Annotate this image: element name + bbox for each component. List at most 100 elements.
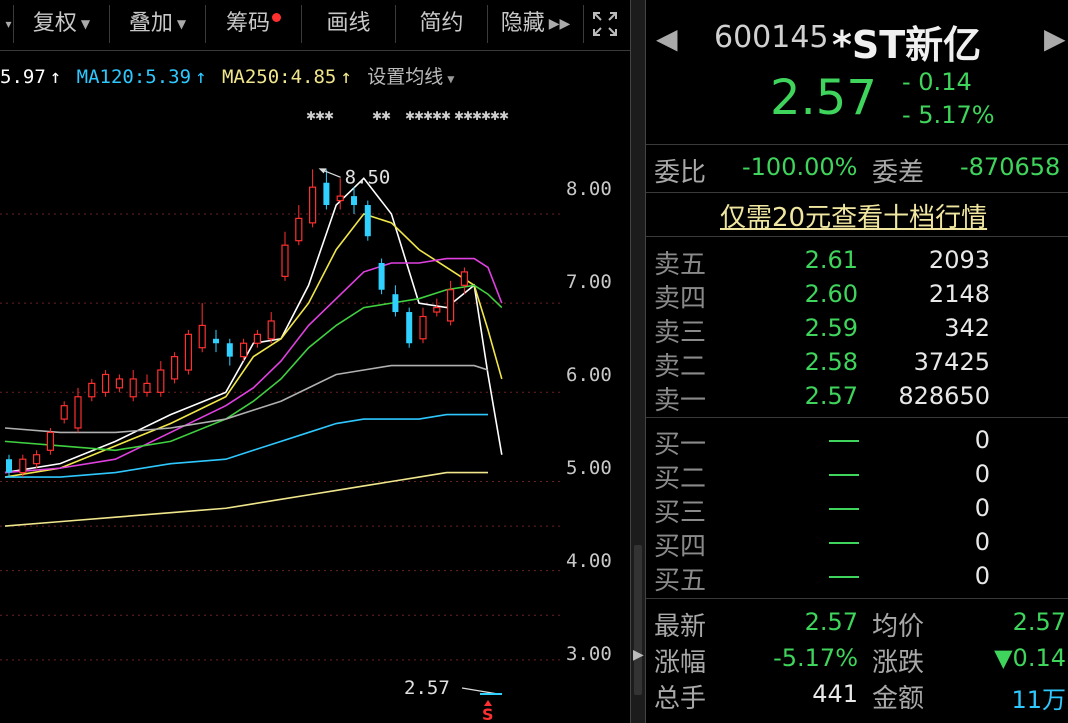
splitter-thumb[interactable]: [634, 545, 642, 695]
event-star-icon: ✱: [441, 109, 451, 123]
y-tick-label: 6.00: [566, 364, 612, 386]
ma-line-ma10: [4, 213, 503, 478]
event-star-icon: ✱: [381, 109, 391, 123]
bid-volume: 0: [974, 460, 990, 488]
divider: [646, 192, 1068, 193]
chevron-down-icon[interactable]: ▼: [447, 72, 454, 86]
stock-name: *ST新亿: [832, 23, 982, 67]
candle-body: [351, 196, 357, 206]
candle-body: [433, 306, 441, 313]
latest-label: 最新: [654, 612, 707, 642]
empty-price-dash: [829, 576, 859, 578]
up-arrow-icon: ↑: [195, 66, 207, 88]
last-price: 2.57: [770, 70, 877, 126]
candle-body: [295, 217, 303, 242]
next-stock-icon[interactable]: ▶: [1044, 22, 1066, 55]
ask-volume: 342: [944, 314, 990, 342]
bid-row[interactable]: 买四 0: [646, 526, 1068, 562]
candle-body: [143, 382, 151, 393]
range-label: 涨幅: [654, 648, 707, 678]
stock-code: 600145: [714, 20, 829, 55]
candle-body: [392, 294, 399, 313]
candle-body: [60, 405, 68, 420]
candle-body: [406, 312, 413, 344]
adjust-rights-label: 复权: [32, 11, 77, 36]
y-tick-label: 7.00: [566, 271, 612, 293]
quote-panel: ◀ 600145 *ST新亿 ▶ 2.57 - 0.14 - 5.17% 委比 …: [646, 0, 1068, 723]
simple-mode-button[interactable]: 简约: [396, 5, 488, 43]
high-price-label: 8.50: [345, 166, 391, 188]
fullscreen-button[interactable]: [584, 5, 626, 43]
prev-stock-icon[interactable]: ◀: [656, 22, 678, 55]
candle-body: [281, 244, 289, 277]
overlay-button[interactable]: 叠加 ▼: [110, 5, 206, 43]
range-value: -5.17%: [773, 644, 858, 672]
ask-row[interactable]: 卖二 2.58 37425: [646, 346, 1068, 382]
candle-body: [378, 262, 385, 290]
ask-row[interactable]: 卖一 2.57 828650: [646, 380, 1068, 416]
candle-body: [184, 333, 192, 371]
ask-row[interactable]: 卖五 2.61 2093: [646, 244, 1068, 280]
ask-price: 2.57: [804, 382, 858, 410]
candle-body: [213, 338, 219, 344]
event-star-icon: ✱: [324, 109, 334, 123]
ask-price: 2.59: [804, 314, 858, 342]
draw-line-button[interactable]: 画线: [302, 5, 396, 43]
notification-dot-icon: [272, 13, 281, 22]
avg-value: 2.57: [1012, 608, 1066, 636]
sell-marker-arrow-icon: [484, 700, 492, 706]
ma120-label: MA120:5.39: [76, 66, 192, 88]
ask-volume: 2148: [928, 280, 990, 308]
ask-price: 2.58: [804, 348, 858, 376]
change-value: ▼0.14: [994, 644, 1066, 672]
bid-volume: 0: [974, 562, 990, 590]
empty-price-dash: [829, 474, 859, 476]
kline-panel[interactable]: 8.50 ✱ ✱ ✱ ✱ ✱ ✱ ✱ ✱ ✱ ✱ ✱ ✱ ✱ ✱ ✱ ✱ 2.57 S ▾ 复权 ▼ 叠加 ▼ 筹码 画…: [0, 0, 630, 723]
kline-chart[interactable]: 8.50✱✱✱ ✱✱ ✱✱✱✱✱ ✱✱✱✱✱✱2.57S: [0, 0, 630, 723]
ask-level-label: 卖一: [654, 386, 707, 416]
candle-body: [240, 342, 248, 358]
bid-row[interactable]: 买一 0: [646, 424, 1068, 460]
candle-body: [419, 315, 427, 340]
ask-row[interactable]: 卖三 2.59 342: [646, 312, 1068, 348]
chips-button[interactable]: 筹码: [206, 5, 302, 43]
simple-mode-label: 简约: [419, 11, 464, 36]
bid-level-label: 买三: [654, 498, 707, 528]
ask-volume: 37425: [913, 348, 990, 376]
candle-body: [101, 373, 110, 393]
hide-button[interactable]: 隐藏 ▶▶: [488, 5, 584, 43]
empty-price-dash: [829, 508, 859, 510]
ma250-label: MA250:4.85: [221, 66, 337, 88]
level2-promo-link[interactable]: 仅需20元查看十档行情: [720, 197, 987, 234]
candle-body: [267, 320, 275, 340]
ask-row[interactable]: 卖四 2.60 2148: [646, 278, 1068, 314]
ma-settings-link[interactable]: 设置均线: [367, 66, 443, 88]
hide-label: 隐藏: [500, 11, 545, 36]
panel-splitter[interactable]: ▶: [630, 0, 646, 723]
y-tick-label: 5.00: [566, 457, 612, 479]
adjust-rights-button[interactable]: 复权 ▼: [14, 5, 110, 43]
candle-body: [364, 205, 371, 237]
candle-body: [74, 396, 82, 429]
candle-body: [88, 382, 96, 398]
sell-marker-icon: S: [482, 705, 494, 723]
volume-label: 总手: [654, 684, 707, 714]
collapse-arrow-icon[interactable]: ▶: [633, 647, 644, 663]
candle-body: [447, 289, 455, 322]
candle-body: [226, 343, 233, 357]
weibi-label: 委比: [654, 158, 707, 188]
toolbar-divider: [0, 50, 630, 51]
bid-row[interactable]: 买五 0: [646, 560, 1068, 596]
ask-volume: 828650: [898, 382, 990, 410]
fullscreen-icon: [593, 12, 617, 36]
bid-row[interactable]: 买三 0: [646, 492, 1068, 528]
ask-volume: 2093: [928, 246, 990, 274]
ma-line-ma250: [4, 471, 488, 527]
chips-label: 筹码: [225, 11, 270, 36]
amount-value: 11万: [1011, 686, 1066, 714]
volume-value: 441: [812, 680, 858, 708]
toolbar-prev-arrow[interactable]: ▾: [0, 5, 14, 43]
bid-row[interactable]: 买二 0: [646, 458, 1068, 494]
divider: [646, 144, 1068, 145]
divider: [646, 236, 1068, 237]
